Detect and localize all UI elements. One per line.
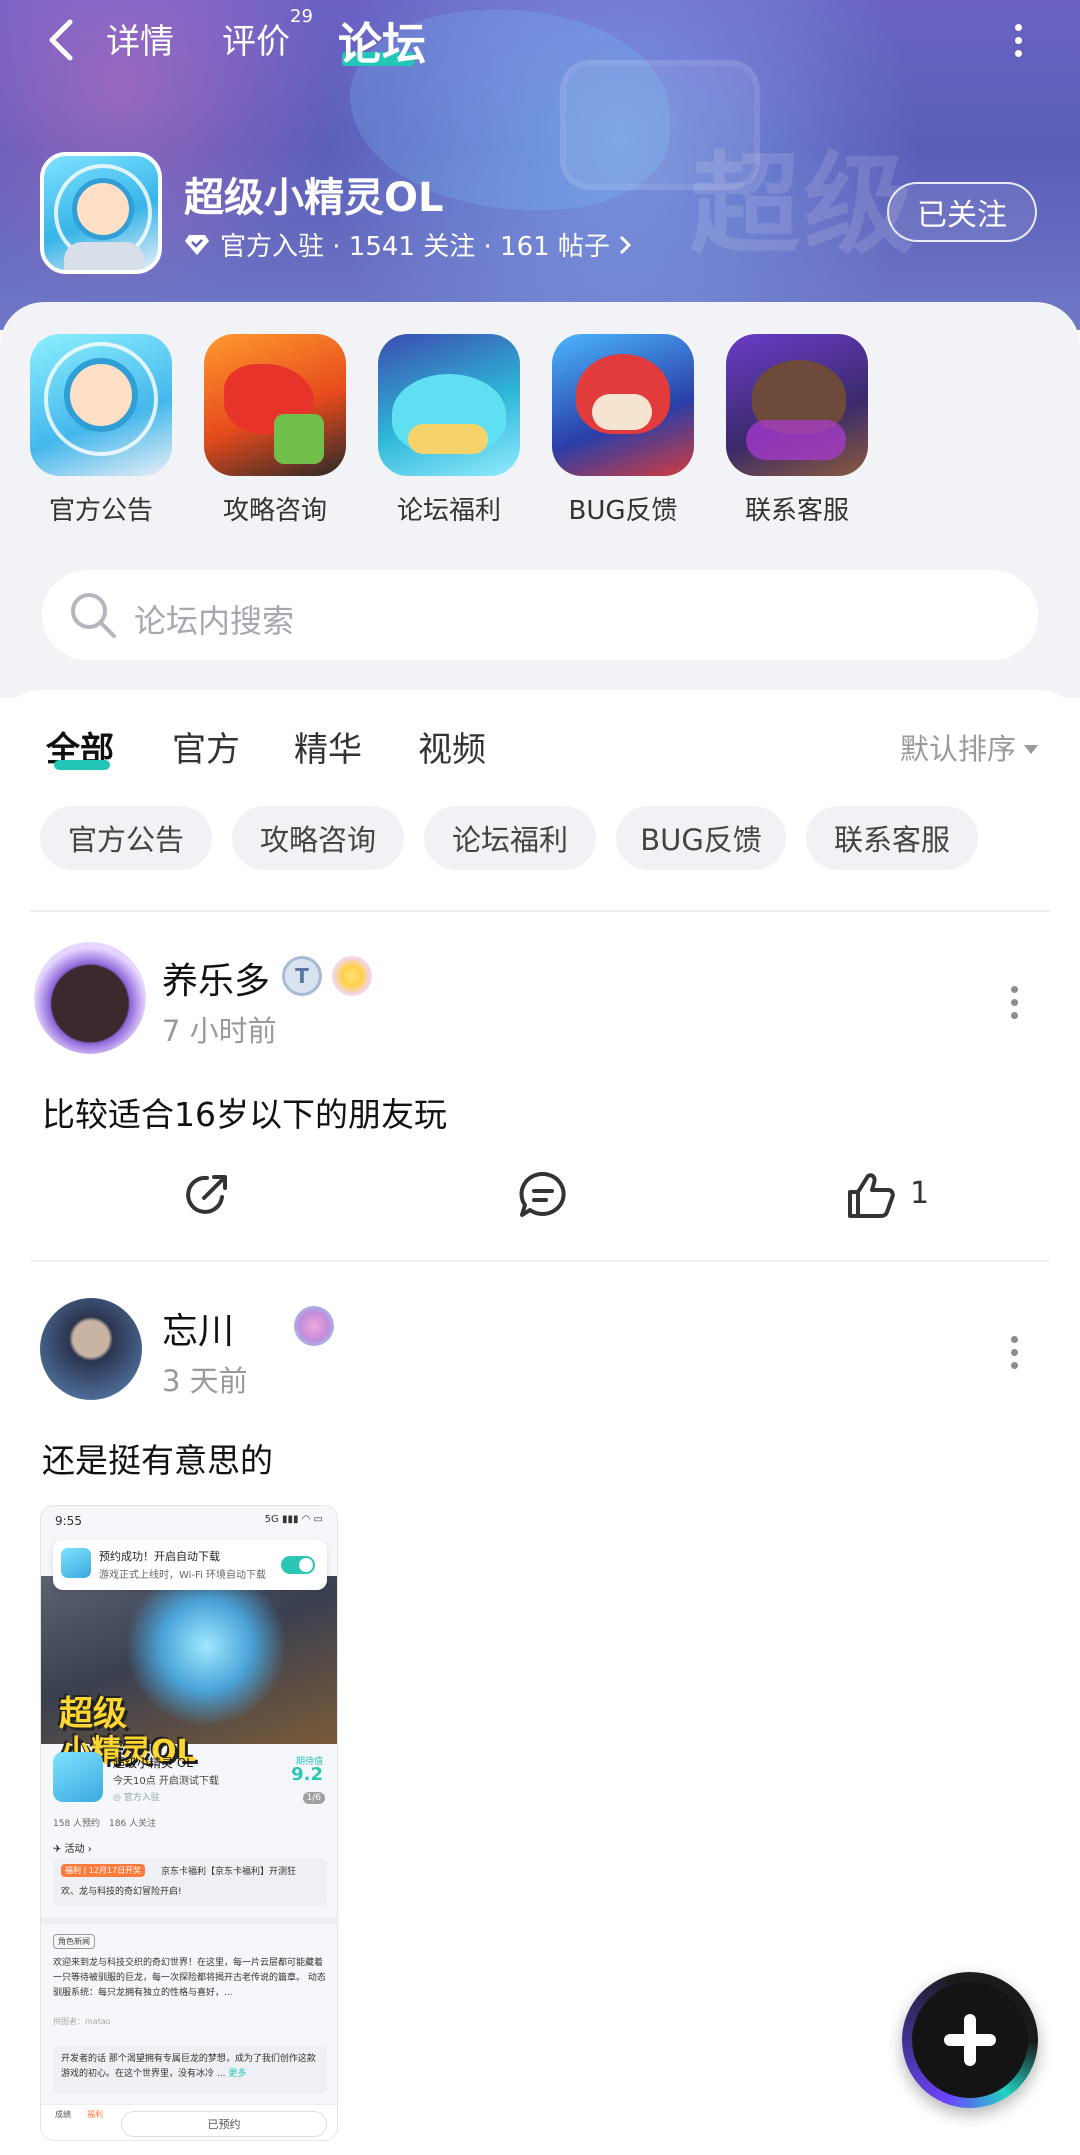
category-welfare[interactable]: 论坛福利: [378, 334, 520, 527]
embed-dev-note: 开发者的话 那个渴望拥有专属巨龙的梦想，成为了我们创作这款游戏的初心。在这个世界…: [53, 2046, 327, 2094]
banner-watermark-text: 超级: [690, 141, 918, 269]
chevron-right-icon: [619, 235, 632, 254]
post-time: 7 小时前: [162, 1014, 277, 1048]
follow-button[interactable]: 已关注: [887, 182, 1037, 242]
feed-tab-video[interactable]: 视频: [418, 722, 486, 771]
category-service[interactable]: 联系客服: [726, 334, 868, 527]
embed-activity-tag: 福利 | 12月17日开奖: [61, 1864, 146, 1877]
user-avatar[interactable]: [40, 1298, 142, 1400]
user-avatar[interactable]: [34, 942, 146, 1054]
user-medal-icon: [332, 956, 372, 996]
category-label: 官方公告: [48, 496, 153, 526]
embed-app-sub: 今天10点 开启测试下载: [113, 1776, 219, 1787]
category-welfare-icon: [378, 334, 520, 476]
embed-app-icon: [53, 1752, 103, 1802]
post-content[interactable]: 比较适合16岁以下的朋友玩: [42, 1088, 447, 1136]
tab-reviews[interactable]: 评价: [222, 14, 290, 63]
category-label: BUG反馈: [568, 496, 678, 526]
search-icon: [71, 593, 116, 638]
feed-tab-official[interactable]: 官方: [172, 722, 240, 771]
category-guide-icon: [204, 334, 346, 476]
embed-description: 欢迎来到龙与科技交织的奇幻世界！在这里，每一片云层都可能藏着一只等待被驯服的巨龙…: [53, 1958, 326, 1998]
game-meta-link[interactable]: 官方入驻 · 1541 关注 · 161 帖子: [184, 226, 632, 263]
embed-app-official: ◎ 官方入驻: [113, 1793, 160, 1803]
filter-chip-service[interactable]: 联系客服: [806, 806, 978, 870]
embed-status-time: 9:55: [55, 1514, 82, 1528]
post-more-icon[interactable]: [1008, 1336, 1020, 1370]
verified-diamond-icon: [185, 234, 209, 255]
category-service-icon: [726, 334, 868, 476]
filter-chip-bug[interactable]: BUG反馈: [616, 806, 786, 870]
reviews-count-badge: 29: [290, 6, 313, 27]
embed-stats: 158 人预约 186 人关注: [53, 1819, 157, 1829]
embed-activity-label: ✈ 活动 ›: [53, 1844, 92, 1855]
embed-dev-text: 开发者的话 那个渴望拥有专属巨龙的梦想，成为了我们创作这款游戏的初心。在这个世界…: [61, 2054, 316, 2079]
category-label: 论坛福利: [396, 496, 501, 526]
divider: [30, 910, 1050, 912]
feed-tab-indicator: [54, 760, 110, 770]
embed-reserve-button: 已预约: [121, 2111, 327, 2137]
share-icon[interactable]: [182, 1170, 232, 1220]
post-username[interactable]: 养乐多: [162, 952, 270, 1004]
category-label: 联系客服: [744, 496, 849, 526]
user-medal-icon: [294, 1306, 334, 1346]
filter-chip-guide[interactable]: 攻略咨询: [232, 806, 404, 870]
embed-bottom-bar: 成绩 福利 已预约: [41, 2104, 337, 2140]
category-announcement-icon: [30, 334, 172, 476]
embed-app-name: 超级小精灵 OL: [113, 1756, 193, 1770]
category-bug-icon: [552, 334, 694, 476]
game-title: 超级小精灵OL: [184, 175, 444, 221]
embed-activity-text: 京东卡福利【京东卡福利】开测狂: [161, 1867, 297, 1877]
category-guide[interactable]: 攻略咨询: [204, 334, 346, 527]
filter-chip-announcement[interactable]: 官方公告: [40, 806, 212, 870]
embed-section-tag: 角色新闻: [53, 1934, 95, 1949]
embed-banner-image: 超级 小精灵OL 1/6: [41, 1576, 337, 1804]
forum-search-input[interactable]: 论坛内搜索: [42, 570, 1038, 660]
tab-forum[interactable]: 论坛: [338, 8, 426, 72]
game-meta-text: 官方入驻 · 1541 关注 · 161 帖子: [220, 232, 610, 262]
post-time: 3 天前: [162, 1364, 248, 1398]
filter-chip-welfare[interactable]: 论坛福利: [424, 806, 596, 870]
post-username[interactable]: 忘川: [162, 1302, 234, 1354]
search-placeholder: 论坛内搜索: [134, 602, 295, 640]
embed-toast-subtitle: 游戏正式上线时，Wi-Fi 环境自动下载: [99, 1570, 267, 1581]
embed-app-icon: [61, 1548, 91, 1578]
embed-toast-title: 预约成功！开启自动下载: [99, 1550, 220, 1563]
embed-pager: 1/6: [302, 1792, 325, 1804]
embed-bottom-item: 成绩: [55, 2110, 71, 2119]
new-post-button[interactable]: [902, 1972, 1038, 2108]
category-announcement[interactable]: 官方公告: [30, 334, 172, 527]
back-arrow-icon[interactable]: [42, 18, 82, 62]
tab-details[interactable]: 详情: [106, 14, 174, 63]
sort-label: 默认排序: [900, 732, 1017, 766]
like-thumb-icon[interactable]: [846, 1170, 896, 1220]
user-level-badge-icon: T: [282, 956, 322, 996]
game-icon: [40, 152, 162, 274]
embed-status-icons: 5G ▮▮▮ ◠ ▭: [264, 1514, 323, 1525]
embed-score: 9.2: [291, 1764, 323, 1785]
feed-tab-featured[interactable]: 精华: [294, 722, 362, 771]
more-options-icon[interactable]: [1010, 24, 1026, 58]
embed-separator: [41, 1918, 337, 1924]
category-label: 攻略咨询: [222, 496, 327, 526]
embed-more-link: 更多: [228, 2069, 247, 2079]
like-count: 1: [910, 1176, 930, 1211]
post-content[interactable]: 还是挺有意思的: [42, 1434, 273, 1482]
post-image[interactable]: 9:55 5G ▮▮▮ ◠ ▭ 超级 小精灵OL 1/6 预约成功！开启自动下载…: [40, 1505, 338, 2141]
embed-toggle: [281, 1556, 315, 1574]
top-nav: 详情 评价 29 论坛: [0, 0, 1080, 90]
plus-icon: [912, 1982, 1028, 2098]
game-header-banner: 超级 详情 评价 29 论坛 超级小精灵OL 官方入驻 · 1541 关注 · …: [0, 0, 1080, 330]
category-bug[interactable]: BUG反馈: [552, 334, 694, 527]
caret-down-icon: [1024, 744, 1039, 754]
embed-activity-box: 福利 | 12月17日开奖 京东卡福利【京东卡福利】开测狂 欢、龙与科技的奇幻冒…: [53, 1858, 327, 1906]
post-more-icon[interactable]: [1008, 986, 1020, 1020]
embed-bottom-item: 福利: [87, 2110, 103, 2119]
embed-activity-text: 欢、龙与科技的奇幻冒险开启!: [61, 1887, 182, 1897]
divider: [30, 1260, 1050, 1262]
comment-icon[interactable]: [518, 1170, 568, 1220]
sort-dropdown[interactable]: 默认排序: [900, 726, 1039, 768]
embed-byline: 供图者：matao: [53, 2017, 111, 2026]
embed-toast: 预约成功！开启自动下载 游戏正式上线时，Wi-Fi 环境自动下载: [53, 1540, 327, 1590]
